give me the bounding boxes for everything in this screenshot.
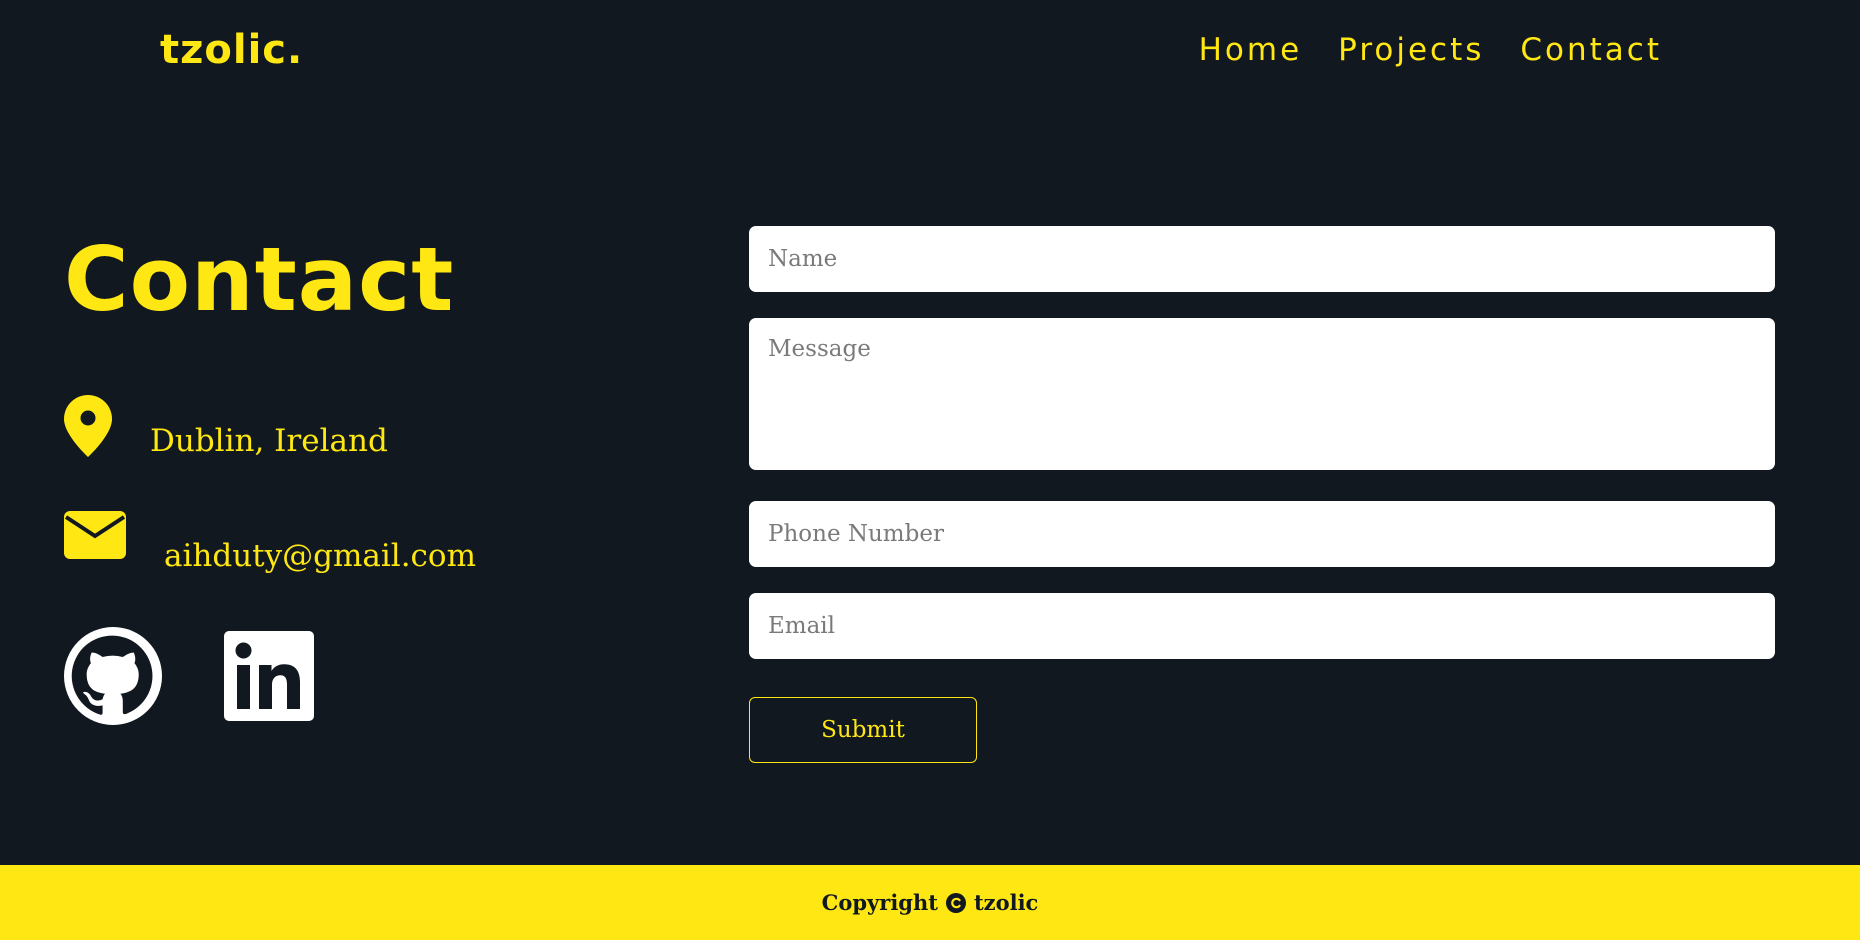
message-textarea[interactable] xyxy=(749,318,1775,470)
copyright-text: Copyright xyxy=(821,890,938,915)
page-title: Contact xyxy=(64,228,455,331)
github-link[interactable] xyxy=(64,627,162,729)
linkedin-icon xyxy=(224,631,314,725)
nav-home-link[interactable]: Home xyxy=(1199,28,1303,72)
nav-contact-link[interactable]: Contact xyxy=(1520,28,1662,72)
linkedin-link[interactable] xyxy=(224,631,314,725)
site-header: tzolic. Home Projects Contact xyxy=(0,0,1860,100)
name-input[interactable] xyxy=(749,226,1775,292)
envelope-icon xyxy=(64,511,126,563)
main-nav: Home Projects Contact xyxy=(1199,28,1662,72)
copyright-icon xyxy=(945,892,967,914)
submit-button[interactable]: Submit xyxy=(749,697,977,763)
email-row: aihduty@gmail.com xyxy=(64,498,476,576)
social-links xyxy=(64,627,314,729)
location-text: Dublin, Ireland xyxy=(150,423,388,459)
nav-projects-link[interactable]: Projects xyxy=(1338,28,1484,72)
site-footer: Copyright tzolic xyxy=(0,865,1860,940)
location-pin-icon xyxy=(64,395,112,461)
location-row: Dublin, Ireland xyxy=(64,395,388,461)
brand-logo[interactable]: tzolic. xyxy=(160,22,303,78)
email-text[interactable]: aihduty@gmail.com xyxy=(164,536,476,576)
footer-brand: tzolic xyxy=(973,890,1039,915)
email-input[interactable] xyxy=(749,593,1775,659)
phone-input[interactable] xyxy=(749,501,1775,567)
github-icon xyxy=(64,627,162,729)
